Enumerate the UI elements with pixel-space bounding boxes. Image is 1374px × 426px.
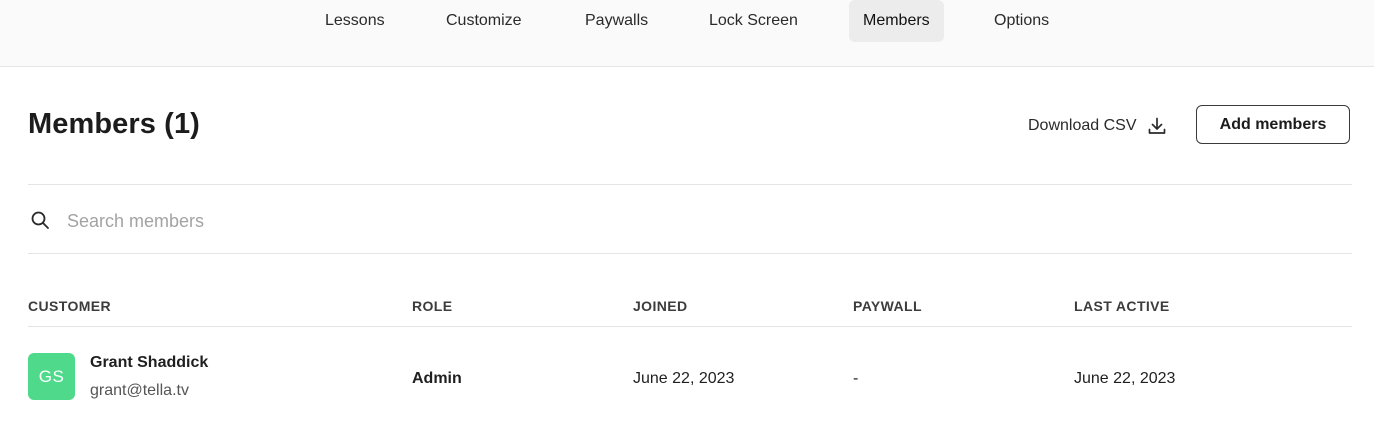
tab-lessons[interactable]: Lessons (325, 0, 385, 42)
tab-lock-screen[interactable]: Lock Screen (709, 0, 798, 42)
page-title: Members (1) (28, 108, 200, 140)
column-header-paywall[interactable]: PAYWALL (853, 298, 922, 314)
tab-options[interactable]: Options (994, 0, 1049, 42)
download-csv-button[interactable]: Download CSV (1028, 110, 1167, 142)
column-header-role[interactable]: ROLE (412, 298, 453, 314)
divider (28, 253, 1352, 254)
avatar: GS (28, 353, 75, 400)
download-csv-label: Download CSV (1028, 117, 1137, 134)
member-joined: June 22, 2023 (633, 370, 735, 387)
tab-paywalls[interactable]: Paywalls (585, 0, 648, 42)
member-name: Grant Shaddick (90, 354, 209, 371)
column-header-last-active[interactable]: LAST ACTIVE (1074, 298, 1170, 314)
search-input[interactable] (65, 206, 669, 236)
member-role: Admin (412, 370, 462, 387)
tab-customize[interactable]: Customize (446, 0, 522, 42)
search-bar (28, 200, 1352, 240)
table-header-divider (28, 326, 1352, 327)
download-icon (1147, 116, 1167, 136)
column-header-joined[interactable]: JOINED (633, 298, 688, 314)
divider (28, 184, 1352, 185)
member-paywall: - (853, 370, 859, 387)
member-email: grant@tella.tv (90, 382, 189, 399)
member-last-active: June 22, 2023 (1074, 370, 1176, 387)
add-members-button[interactable]: Add members (1196, 105, 1350, 144)
top-nav: Lessons Customize Paywalls Lock Screen M… (0, 0, 1374, 67)
column-header-customer[interactable]: CUSTOMER (28, 298, 111, 314)
tab-members[interactable]: Members (849, 0, 944, 42)
